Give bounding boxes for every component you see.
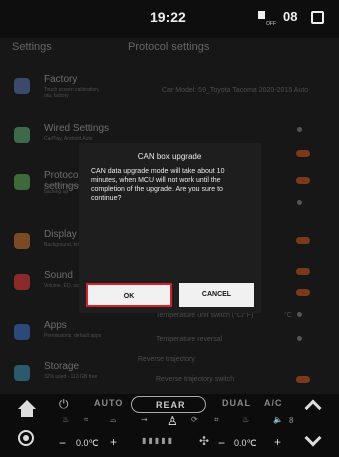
right-temp: 0.0℃	[234, 438, 257, 448]
setting-toggle[interactable]	[296, 177, 310, 184]
page-title: Protocol settings	[128, 41, 210, 53]
protocol-icon	[14, 174, 30, 190]
defrost-front-icon[interactable]: ⌓	[110, 415, 116, 425]
recent-apps-icon[interactable]	[311, 11, 324, 24]
status-bar: 19:22 08 OFF	[0, 0, 339, 38]
home-icon[interactable]	[18, 400, 36, 409]
setting-toggle[interactable]	[296, 268, 310, 275]
sidebar-item-label: Sound	[44, 270, 73, 281]
sidebar-item-label: Wired Settings	[44, 123, 110, 134]
left-temp: 0.0℃	[76, 438, 99, 448]
ok-button[interactable]: OK	[86, 283, 172, 307]
dialog-title: CAN box upgrade	[137, 152, 202, 161]
volume-level: 08	[283, 9, 298, 24]
setting-dot[interactable]	[297, 127, 302, 132]
sidebar-item-sub: Touch screen calibration, ota, factory	[44, 87, 100, 99]
rear-button[interactable]: REAR	[156, 400, 186, 410]
fan-level: 8	[289, 416, 294, 425]
setting-dot[interactable]	[297, 336, 302, 341]
reverse-trajectory-label: Reverse trajectory	[138, 356, 195, 363]
defrost-rear-icon[interactable]: ⌗	[214, 415, 219, 425]
clock: 19:22	[150, 9, 186, 25]
temp-reversal-row[interactable]: Temperature reversal	[156, 336, 222, 343]
sidebar-item-label: Storage	[44, 361, 80, 372]
volume-sub: OFF	[266, 21, 276, 27]
fan-icon[interactable]: ✣	[199, 434, 209, 448]
sidebar-item-sub: CarPlay, Android Auto	[44, 136, 93, 142]
temp-unit-row[interactable]: Temperature unit switch (°C/°F)	[156, 312, 253, 319]
seat-heat-left-icon[interactable]: ♨	[62, 415, 69, 424]
airflow-icon[interactable]: ≈	[84, 415, 88, 424]
left-temp-plus[interactable]: +	[110, 435, 117, 449]
temp-unit-value: °C	[284, 312, 292, 319]
sidebar-item-label: Display	[44, 229, 77, 240]
sound-icon	[14, 274, 30, 290]
sidebar-item-sub: 32% used - 113 GB free	[44, 374, 98, 380]
volume-speaker-icon[interactable]: 🔈	[273, 415, 283, 424]
setting-toggle[interactable]	[296, 237, 310, 244]
wired-icon	[14, 127, 30, 143]
dialog-message: CAN data upgrade mode will take about 10…	[91, 168, 225, 202]
cancel-button[interactable]: CANCEL	[179, 283, 254, 307]
seat-heat-right-icon[interactable]: ♨	[242, 415, 249, 424]
apps-icon	[14, 324, 30, 340]
right-temp-minus[interactable]: −	[218, 436, 225, 450]
auto-button[interactable]: AUTO	[94, 398, 123, 408]
airflow-dir-icon[interactable]: ⇝	[141, 415, 148, 424]
display-icon	[14, 233, 30, 249]
factory-icon	[14, 78, 30, 94]
fan-speed-bars[interactable]: ▮▮▮▮▮	[142, 436, 174, 445]
sidebar-item-label: Apps	[44, 320, 67, 331]
volume-icon[interactable]	[258, 11, 265, 19]
storage-icon	[14, 365, 30, 381]
sidebar-title: Settings	[12, 41, 52, 53]
setting-dot[interactable]	[297, 312, 302, 317]
setting-dot[interactable]	[297, 200, 302, 205]
home-icon-base[interactable]	[21, 409, 33, 417]
setting-toggle[interactable]	[296, 289, 310, 296]
ac-button[interactable]: A/C	[264, 398, 283, 408]
recirculation-icon[interactable]: ⟳	[191, 415, 198, 424]
sidebar-item-label: Factory	[44, 74, 78, 85]
left-temp-minus[interactable]: −	[59, 436, 66, 450]
back-icon-dot[interactable]	[23, 435, 29, 441]
setting-toggle[interactable]	[296, 376, 310, 383]
seat-person-icon[interactable]: ♙	[167, 414, 178, 428]
sidebar-item-sub: Permissions, default apps	[44, 333, 102, 339]
car-model-row[interactable]: Car Model: 59_Toyota Tacoma 2020-2015 Au…	[162, 87, 308, 94]
dual-button[interactable]: DUAL	[222, 398, 251, 408]
power-icon[interactable]: ⏻	[59, 397, 69, 412]
right-temp-plus[interactable]: +	[274, 435, 281, 449]
reverse-trajectory-row[interactable]: Reverse trajectory switch	[156, 376, 234, 383]
